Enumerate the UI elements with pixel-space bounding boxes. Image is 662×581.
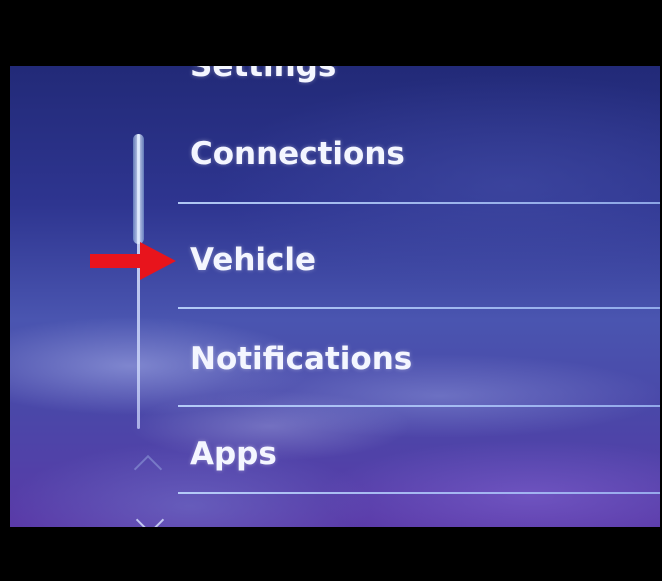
top-black-bar [0,0,662,66]
menu-item-notifications[interactable]: Notifications [190,341,660,377]
menu-item-connections[interactable]: Connections [190,136,660,172]
chevron-up-icon[interactable] [133,454,163,484]
scrollbar-thumb[interactable] [133,134,144,244]
menu-divider [178,202,660,204]
bottom-black-bar [0,527,662,581]
menu-divider [178,405,660,407]
menu-item-settings-partial[interactable]: Settings [190,66,660,84]
infotainment-screen: Settings Connections Vehicle Notificatio… [10,66,660,527]
red-arrow-icon [90,242,176,280]
menu-divider [178,307,660,309]
chevron-down-icon[interactable] [135,505,165,527]
menu-item-vehicle[interactable]: Vehicle [190,242,660,278]
menu-divider [178,492,660,494]
menu-item-apps[interactable]: Apps [190,436,660,472]
